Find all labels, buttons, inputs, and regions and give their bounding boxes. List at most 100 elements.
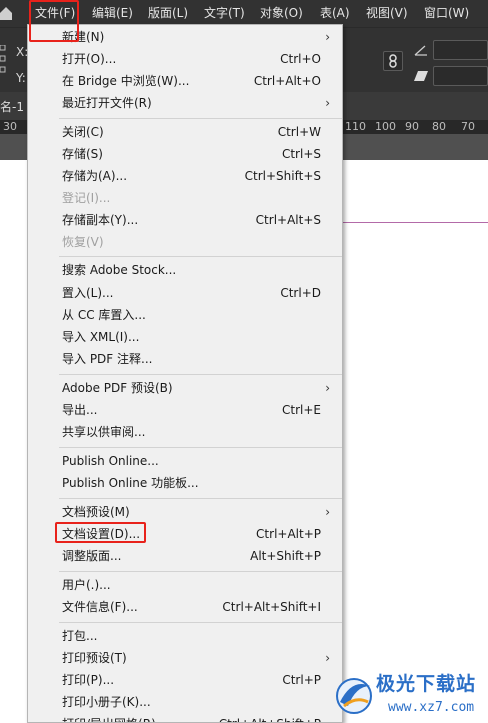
menu-item-shortcut: Ctrl+D bbox=[280, 286, 321, 300]
menu-item-shortcut: Ctrl+Alt+S bbox=[255, 213, 321, 227]
menu-item-label: 导出... bbox=[62, 403, 98, 417]
menu-item-user[interactable]: 用户(.)... bbox=[28, 574, 342, 596]
watermark-logo-icon bbox=[334, 672, 374, 716]
menu-item-close[interactable]: 关闭(C) Ctrl+W bbox=[28, 121, 342, 143]
menu-view[interactable]: 视图(V) bbox=[366, 0, 408, 27]
menu-item-document-setup[interactable]: 文档设置(D)... Ctrl+Alt+P bbox=[28, 523, 342, 545]
menu-bar: 文件(F) 编辑(E) 版面(L) 文字(T) 对象(O) 表(A) 视图(V)… bbox=[0, 0, 488, 27]
menu-item-import-pdf-comments[interactable]: 导入 PDF 注释... bbox=[28, 348, 342, 370]
file-menu-dropdown: 新建(N) › 打开(O)... Ctrl+O 在 Bridge 中浏览(W)...… bbox=[27, 24, 343, 723]
menu-item-publish-online-dashboard[interactable]: Publish Online 功能板... bbox=[28, 472, 342, 494]
menu-item-shortcut: Ctrl+W bbox=[277, 125, 321, 139]
menu-item-shortcut: Ctrl+Alt+Shift+P bbox=[219, 713, 321, 722]
menu-item-label: 调整版面... bbox=[62, 549, 122, 563]
menu-item-place-from-cc-library[interactable]: 从 CC 库置入... bbox=[28, 304, 342, 326]
menu-item-label: 恢复(V) bbox=[62, 235, 104, 249]
shear-angle-field[interactable] bbox=[433, 66, 488, 86]
submenu-arrow-icon: › bbox=[325, 651, 330, 665]
menu-separator bbox=[59, 374, 342, 375]
menu-item-label: 打印/导出网格(R)... bbox=[62, 713, 167, 722]
menu-item-revert: 恢复(V) bbox=[28, 231, 342, 253]
menu-item-label: 在 Bridge 中浏览(W)... bbox=[62, 74, 190, 88]
y-label: Y: bbox=[16, 71, 26, 85]
menu-item-shortcut: Alt+Shift+P bbox=[250, 549, 321, 563]
menu-item-print-booklet[interactable]: 打印小册子(K)... bbox=[28, 691, 342, 713]
menu-edit[interactable]: 编辑(E) bbox=[92, 0, 133, 27]
menu-item-label: 共享以供审阅... bbox=[62, 425, 146, 439]
ruler-tick-label: 70 bbox=[461, 120, 475, 133]
menu-item-save-as[interactable]: 存储为(A)... Ctrl+Shift+S bbox=[28, 165, 342, 187]
constrain-proportions-button[interactable] bbox=[383, 51, 403, 71]
rotation-angle-field[interactable] bbox=[433, 40, 488, 60]
menu-item-recent-files[interactable]: 最近打开文件(R) › bbox=[28, 92, 342, 114]
watermark-title: 极光下载站 bbox=[376, 673, 477, 695]
menu-item-publish-online[interactable]: Publish Online... bbox=[28, 450, 342, 472]
menu-separator bbox=[59, 256, 342, 257]
menu-item-adjust-layout[interactable]: 调整版面... Alt+Shift+P bbox=[28, 545, 342, 567]
menu-file[interactable]: 文件(F) bbox=[35, 0, 75, 27]
menu-item-check-in: 登记(I)... bbox=[28, 187, 342, 209]
menu-item-label: 导入 PDF 注释... bbox=[62, 352, 153, 366]
menu-layout[interactable]: 版面(L) bbox=[148, 0, 188, 27]
menu-item-print-export-grid[interactable]: 打印/导出网格(R)... Ctrl+Alt+Shift+P bbox=[28, 713, 342, 722]
menu-item-label: 用户(.)... bbox=[62, 578, 111, 592]
menu-item-shortcut: Ctrl+O bbox=[280, 52, 321, 66]
shear-angle-icon bbox=[414, 44, 428, 56]
menu-item-import-xml[interactable]: 导入 XML(I)... bbox=[28, 326, 342, 348]
menu-item-label: 新建(N) bbox=[62, 30, 105, 44]
menu-item-file-info[interactable]: 文件信息(F)... Ctrl+Alt+Shift+I bbox=[28, 596, 342, 618]
menu-item-label: 登记(I)... bbox=[62, 191, 111, 205]
menu-item-shortcut: Ctrl+P bbox=[282, 673, 321, 687]
ruler-tick-label: 100 bbox=[375, 120, 396, 133]
menu-item-label: 置入(L)... bbox=[62, 286, 114, 300]
menu-item-share-for-review[interactable]: 共享以供审阅... bbox=[28, 421, 342, 443]
document-tab[interactable]: 名-1 bbox=[0, 98, 24, 115]
menu-item-print-presets[interactable]: 打印预设(T) › bbox=[28, 647, 342, 669]
watermark-url: www.xz7.com bbox=[388, 700, 475, 715]
submenu-arrow-icon: › bbox=[325, 505, 330, 519]
menu-item-label: Publish Online... bbox=[62, 454, 159, 468]
menu-item-label: 最近打开文件(R) bbox=[62, 96, 152, 110]
menu-item-label: 打印(P)... bbox=[62, 673, 115, 687]
menu-item-browse-in-bridge[interactable]: 在 Bridge 中浏览(W)... Ctrl+Alt+O bbox=[28, 70, 342, 92]
menu-item-label: 打开(O)... bbox=[62, 52, 117, 66]
menu-separator bbox=[59, 622, 342, 623]
menu-table[interactable]: 表(A) bbox=[320, 0, 350, 27]
menu-item-shortcut: Ctrl+Alt+O bbox=[253, 74, 321, 88]
menu-item-document-presets[interactable]: 文档预设(M) › bbox=[28, 501, 342, 523]
menu-separator bbox=[59, 571, 342, 572]
ruler-tick-label: 80 bbox=[432, 120, 446, 133]
ruler-tick-label: 110 bbox=[345, 120, 366, 133]
menu-item-shortcut: Ctrl+E bbox=[282, 403, 321, 417]
menu-item-export[interactable]: 导出... Ctrl+E bbox=[28, 399, 342, 421]
menu-item-label: 打印预设(T) bbox=[62, 651, 127, 665]
menu-type[interactable]: 文字(T) bbox=[204, 0, 245, 27]
submenu-arrow-icon: › bbox=[325, 96, 330, 110]
margin-guide bbox=[343, 222, 488, 223]
menu-item-save-copy[interactable]: 存储副本(Y)... Ctrl+Alt+S bbox=[28, 209, 342, 231]
menu-item-label: 文档预设(M) bbox=[62, 505, 130, 519]
menu-separator bbox=[59, 498, 342, 499]
menu-item-label: Adobe PDF 预设(B) bbox=[62, 381, 173, 395]
menu-item-search-adobe-stock[interactable]: 搜索 Adobe Stock... bbox=[28, 259, 342, 281]
menu-item-open[interactable]: 打开(O)... Ctrl+O bbox=[28, 48, 342, 70]
submenu-arrow-icon: › bbox=[325, 381, 330, 395]
menu-item-label: 存储副本(Y)... bbox=[62, 213, 139, 227]
menu-item-label: 打印小册子(K)... bbox=[62, 695, 151, 709]
menu-item-label: 关闭(C) bbox=[62, 125, 104, 139]
menu-item-label: 导入 XML(I)... bbox=[62, 330, 140, 344]
menu-window[interactable]: 窗口(W) bbox=[424, 0, 469, 27]
menu-item-place[interactable]: 置入(L)... Ctrl+D bbox=[28, 282, 342, 304]
menu-item-package[interactable]: 打包... bbox=[28, 625, 342, 647]
menu-item-new[interactable]: 新建(N) › bbox=[28, 26, 342, 48]
menu-item-print[interactable]: 打印(P)... Ctrl+P bbox=[28, 669, 342, 691]
reference-point-icon[interactable] bbox=[0, 44, 6, 73]
home-icon[interactable] bbox=[0, 5, 12, 21]
submenu-arrow-icon: › bbox=[325, 30, 330, 44]
menu-item-adobe-pdf-presets[interactable]: Adobe PDF 预设(B) › bbox=[28, 377, 342, 399]
menu-object[interactable]: 对象(O) bbox=[260, 0, 303, 27]
watermark: 极光下载站 www.xz7.com bbox=[330, 668, 488, 723]
menu-item-save[interactable]: 存储(S) Ctrl+S bbox=[28, 143, 342, 165]
menu-separator bbox=[59, 118, 342, 119]
menu-item-label: Publish Online 功能板... bbox=[62, 476, 199, 490]
